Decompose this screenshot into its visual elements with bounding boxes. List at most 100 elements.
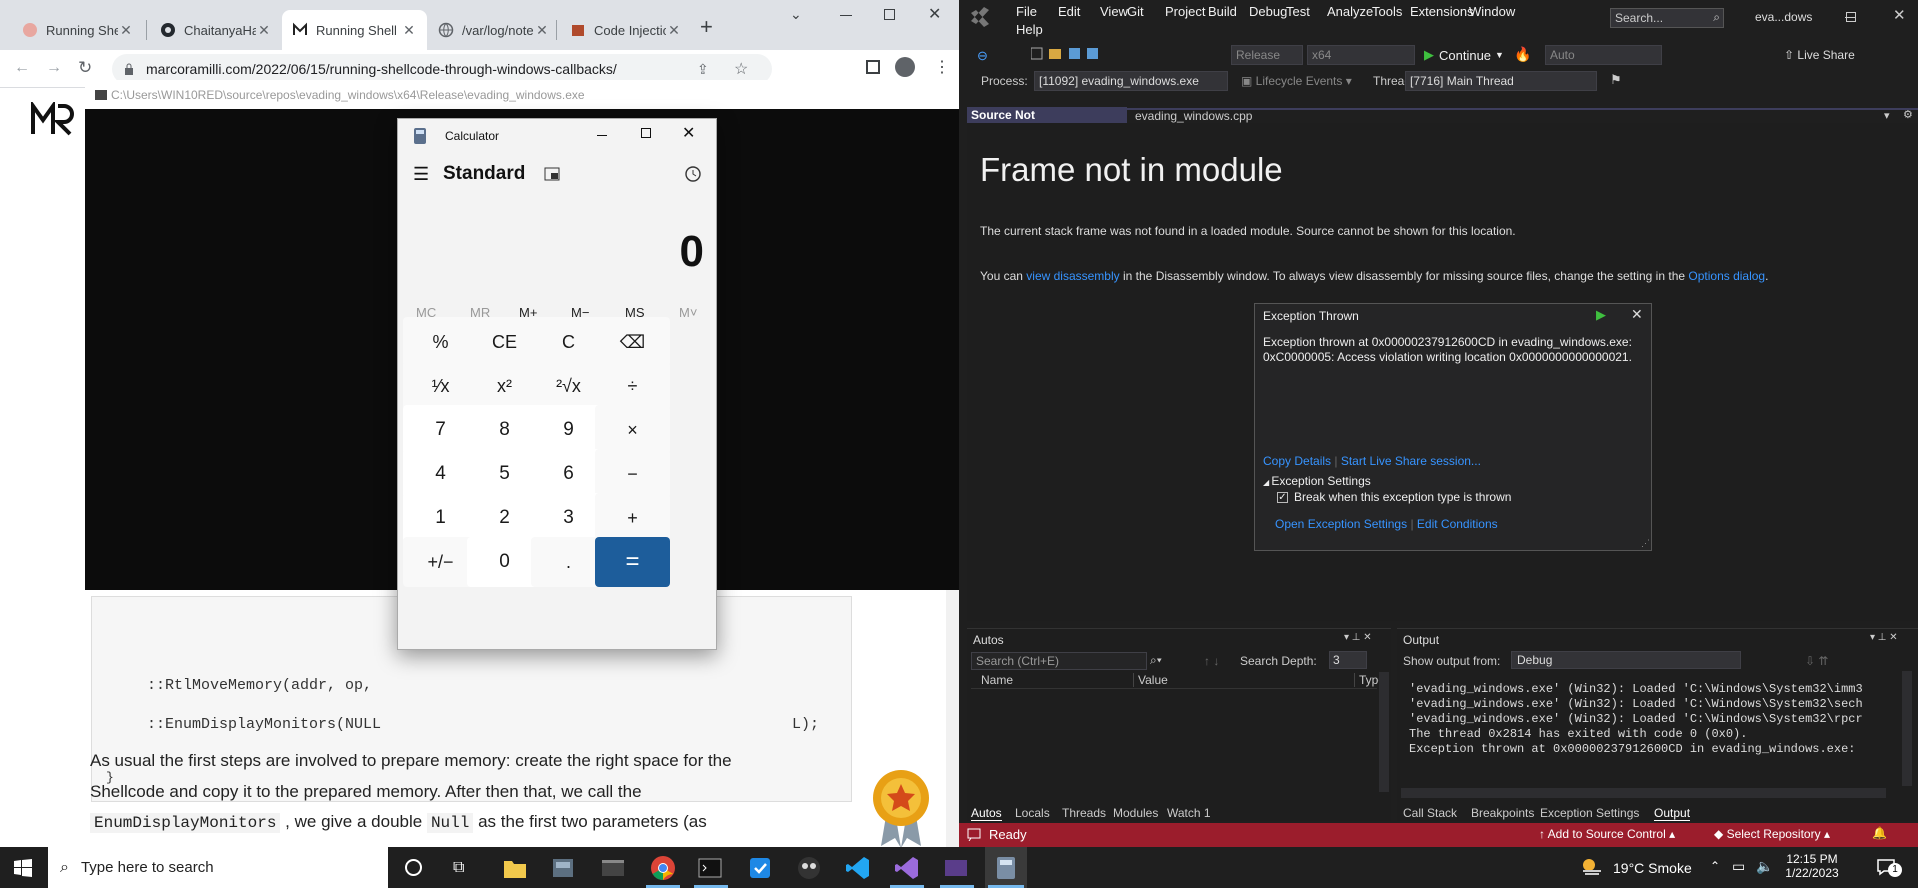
tab-exception-settings[interactable]: Exception Settings: [1540, 806, 1639, 820]
close-icon[interactable]: ✕: [666, 22, 682, 39]
back-icon[interactable]: ←: [14, 59, 30, 77]
more-menu-icon[interactable]: ⋮: [934, 57, 950, 77]
history-icon[interactable]: [684, 165, 702, 183]
menu-extensions[interactable]: Extensions: [1410, 4, 1474, 19]
menu-window[interactable]: Window: [1469, 4, 1515, 19]
autos-scrollbar[interactable]: [1379, 672, 1389, 792]
exception-settings-header[interactable]: ◢ Exception Settings: [1263, 474, 1371, 488]
search-icon[interactable]: ⌕▾: [1150, 653, 1162, 668]
add-button[interactable]: +: [595, 493, 670, 543]
hot-reload-icon[interactable]: 🔥: [1514, 46, 1531, 63]
live-share-link[interactable]: Start Live Share session...: [1341, 454, 1481, 468]
menu-project[interactable]: Project: [1165, 4, 1205, 19]
minimize-button[interactable]: [840, 15, 852, 16]
autos-search-input[interactable]: Search (Ctrl+E): [971, 652, 1147, 670]
add-source-control-button[interactable]: ↑ Add to Source Control ▴: [1539, 827, 1675, 841]
keep-on-top-icon[interactable]: [544, 167, 560, 181]
open-exception-settings-link[interactable]: Open Exception Settings: [1275, 517, 1407, 531]
tab-github[interactable]: ChaitanyaHar ✕: [150, 10, 282, 50]
thread-dropdown[interactable]: [7716] Main Thread: [1405, 71, 1597, 91]
tab-watch-1[interactable]: Watch 1: [1167, 806, 1211, 820]
menu-edit[interactable]: Edit: [1058, 4, 1080, 19]
tab-output[interactable]: Output: [1654, 806, 1691, 821]
tab-locals[interactable]: Locals: [1015, 806, 1050, 820]
back-nav-icon[interactable]: ⊖: [977, 48, 988, 64]
maximize-button[interactable]: [884, 9, 895, 20]
site-logo[interactable]: [30, 102, 74, 136]
continue-button[interactable]: ▶ Continue ▼: [1424, 47, 1504, 63]
flag-icon[interactable]: ⚑: [1610, 72, 1622, 88]
lifecycle-events[interactable]: ▣ Lifecycle Events ▾: [1241, 74, 1352, 88]
tab-autos[interactable]: Autos: [971, 806, 1002, 821]
menu-tools[interactable]: Tools: [1372, 4, 1402, 19]
divide-button[interactable]: ÷: [595, 361, 670, 411]
tab-source-not-available[interactable]: Source Not Available⊥✕: [967, 107, 1127, 136]
tab-breakpoints[interactable]: Breakpoints: [1471, 806, 1534, 820]
tab-threads[interactable]: Threads: [1062, 806, 1106, 820]
memory-list-button[interactable]: M˅: [679, 305, 697, 320]
break-checkbox[interactable]: ✓: [1277, 491, 1288, 503]
console-app-icon[interactable]: [943, 855, 969, 881]
close-icon[interactable]: ✕: [534, 22, 550, 39]
volume-icon[interactable]: 🔈: [1756, 858, 1773, 875]
tab-evading-windows-cpp[interactable]: evading_windows.cpp: [1135, 109, 1252, 123]
share-icon[interactable]: ⇪: [697, 61, 709, 78]
show-hidden-icons[interactable]: ⌃: [1710, 859, 1720, 873]
process-dropdown[interactable]: [11092] evading_windows.exe: [1034, 71, 1228, 91]
forward-icon[interactable]: →: [46, 59, 62, 77]
menu-view[interactable]: View: [1100, 4, 1128, 19]
tab-modules[interactable]: Modules: [1113, 806, 1158, 820]
edit-conditions-link[interactable]: Edit Conditions: [1417, 517, 1498, 531]
network-icon[interactable]: ▭: [1732, 858, 1745, 875]
menu-build[interactable]: Build: [1208, 4, 1237, 19]
gear-icon[interactable]: ⚙: [1903, 108, 1913, 121]
terminal-icon[interactable]: [600, 855, 626, 881]
select-repository-button[interactable]: ◆ Select Repository ▴: [1714, 827, 1830, 841]
tab-running-shellcode-active[interactable]: Running Shell ✕: [282, 10, 427, 50]
calculator-taskbar-icon-2[interactable]: [550, 855, 576, 881]
close-icon[interactable]: ✕: [401, 22, 417, 39]
maximize-button[interactable]: [641, 128, 651, 138]
calculator-taskbar-active[interactable]: [985, 847, 1027, 888]
close-window-button[interactable]: ✕: [928, 4, 941, 24]
cortana-icon[interactable]: [405, 859, 422, 876]
menu-help[interactable]: Help: [1016, 22, 1043, 37]
output-source-dropdown[interactable]: Debug: [1511, 651, 1741, 669]
search-depth-dropdown[interactable]: 3: [1329, 651, 1367, 669]
live-share-button[interactable]: ⇧ Live Share: [1784, 48, 1855, 62]
task-view-icon[interactable]: ⧉: [453, 859, 464, 877]
profile-avatar[interactable]: [895, 57, 915, 77]
menu-analyze[interactable]: Analyze: [1327, 4, 1373, 19]
start-button[interactable]: [14, 859, 32, 877]
visual-studio-icon[interactable]: [894, 855, 920, 881]
panel-options-icons[interactable]: ▾ ⊥ ✕: [1870, 632, 1898, 643]
subtract-button[interactable]: −: [595, 449, 670, 499]
equals-button[interactable]: =: [595, 537, 670, 587]
close-window-button[interactable]: ✕: [682, 123, 695, 143]
tab-running-shellcode-1[interactable]: Running Shell ✕: [12, 10, 144, 50]
tab-var-log-notes[interactable]: /var/log/note ✕: [428, 10, 560, 50]
panel-options-icons[interactable]: ▾ ⊥ ✕: [1344, 632, 1372, 643]
close-icon[interactable]: ✕: [1631, 306, 1643, 323]
todo-icon[interactable]: [747, 855, 773, 881]
output-hscrollbar[interactable]: [1401, 788, 1886, 798]
search-nav-arrows[interactable]: ↑ ↓: [1204, 654, 1219, 668]
menu-debug[interactable]: Debug: [1249, 4, 1287, 19]
notifications-icon[interactable]: 🔔: [1872, 826, 1887, 840]
close-icon[interactable]: ✕: [118, 22, 134, 39]
chrome-icon[interactable]: [650, 855, 676, 881]
multiply-button[interactable]: ×: [595, 405, 670, 455]
close-window-button[interactable]: ✕: [1893, 6, 1906, 24]
view-disassembly-link[interactable]: view disassembly: [1026, 269, 1119, 283]
clock[interactable]: 12:15 PM 1/22/2023: [1778, 852, 1846, 880]
cmd-icon[interactable]: [697, 855, 723, 881]
output-vscrollbar[interactable]: [1902, 671, 1912, 786]
resize-grip-icon[interactable]: ⋰: [1641, 538, 1650, 549]
new-tab-button[interactable]: +: [700, 14, 713, 40]
tab-overflow-icon[interactable]: ▾: [1884, 109, 1890, 122]
tab-call-stack[interactable]: Call Stack: [1403, 806, 1457, 820]
copy-details-link[interactable]: Copy Details: [1263, 454, 1331, 468]
hamburger-menu-icon[interactable]: ☰: [413, 164, 429, 185]
menu-git[interactable]: Git: [1127, 4, 1144, 19]
continue-icon[interactable]: ▶: [1596, 307, 1606, 323]
